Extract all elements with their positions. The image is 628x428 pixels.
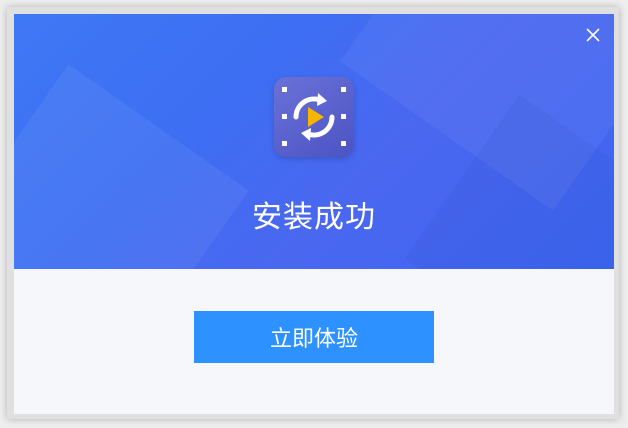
- video-converter-icon: [274, 77, 354, 157]
- dialog-header: 安装成功: [14, 14, 614, 269]
- dialog-footer: 立即体验: [14, 269, 614, 414]
- install-success-dialog: 安装成功 立即体验: [14, 14, 614, 414]
- decorative-shape: [14, 64, 249, 269]
- dialog-title: 安装成功: [252, 200, 376, 235]
- try-now-button[interactable]: 立即体验: [194, 311, 434, 363]
- close-icon: [586, 28, 600, 42]
- close-button[interactable]: [582, 24, 604, 46]
